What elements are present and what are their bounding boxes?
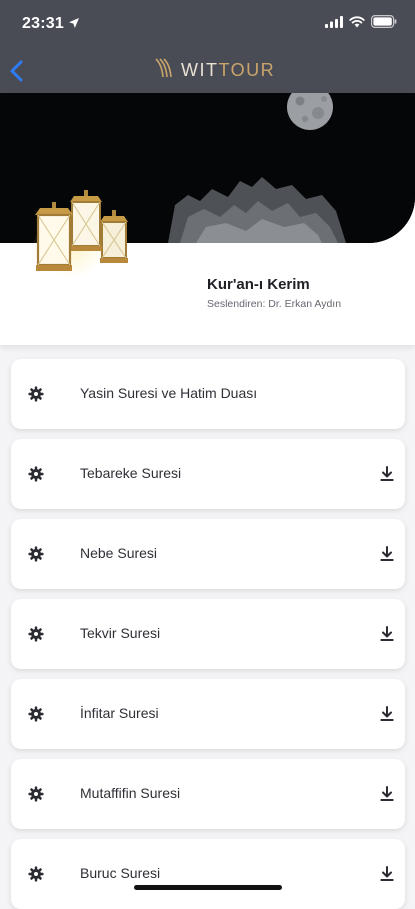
- list-item-label: İnfitar Suresi: [80, 705, 159, 721]
- status-time: 23:31: [22, 15, 64, 32]
- gear-icon: [28, 706, 44, 722]
- list-item[interactable]: Buruc Suresi: [11, 839, 405, 909]
- list-item-label: Mutaffifin Suresi: [80, 785, 181, 801]
- list-item[interactable]: Nebe Suresi: [11, 519, 405, 589]
- chevron-left-icon: [6, 60, 30, 90]
- app-logo: WITTOUR: [155, 56, 275, 85]
- logo-text: WITTOUR: [181, 60, 275, 81]
- download-icon[interactable]: [379, 706, 395, 722]
- lantern-front: [35, 202, 73, 271]
- hero-section: Kur'an-ı Kerim Seslendiren: Dr. Erkan Ay…: [0, 93, 415, 345]
- page-title: Kur'an-ı Kerim: [207, 276, 310, 293]
- list-item[interactable]: İnfitar Suresi: [11, 679, 405, 749]
- gear-icon: [28, 866, 44, 882]
- list-item[interactable]: Tekvir Suresi: [11, 599, 405, 669]
- top-bar: 23:31 WITTOUR: [0, 0, 415, 93]
- download-icon[interactable]: [379, 466, 395, 482]
- gear-icon: [28, 786, 44, 802]
- lantern-middle: [70, 190, 102, 251]
- list-item[interactable]: Yasin Suresi ve Hatim Duası: [11, 359, 405, 429]
- download-icon[interactable]: [379, 546, 395, 562]
- list-item-label: Buruc Suresi: [80, 865, 161, 881]
- download-icon[interactable]: [379, 866, 395, 882]
- gear-icon: [28, 386, 44, 402]
- download-icon[interactable]: [379, 626, 395, 642]
- status-icons: [325, 15, 397, 33]
- location-arrow-icon: [68, 16, 80, 34]
- home-indicator[interactable]: [134, 885, 282, 890]
- list-item[interactable]: Tebareke Suresi: [11, 439, 405, 509]
- logo-text-tour: TOUR: [218, 60, 276, 80]
- back-button[interactable]: [6, 56, 30, 86]
- gear-icon: [28, 626, 44, 642]
- gear-icon: [28, 466, 44, 482]
- battery-icon: [371, 15, 397, 33]
- list-item-label: Nebe Suresi: [80, 545, 158, 561]
- list-item[interactable]: Mutaffifin Suresi: [11, 759, 405, 829]
- wifi-icon: [349, 15, 365, 33]
- gear-icon: [28, 546, 44, 562]
- lanterns-illustration: [30, 188, 180, 288]
- list-item-label: Tebareke Suresi: [80, 465, 182, 481]
- lantern-back: [100, 210, 128, 263]
- list-item-label: Tekvir Suresi: [80, 625, 161, 641]
- list-item-label: Yasin Suresi ve Hatim Duası: [80, 385, 258, 401]
- signal-icon: [325, 15, 343, 33]
- logo-text-wit: WIT: [181, 60, 219, 80]
- download-icon[interactable]: [379, 786, 395, 802]
- logo-mark-icon: [155, 56, 177, 85]
- reciter-subtitle: Seslendiren: Dr. Erkan Aydın: [207, 298, 342, 310]
